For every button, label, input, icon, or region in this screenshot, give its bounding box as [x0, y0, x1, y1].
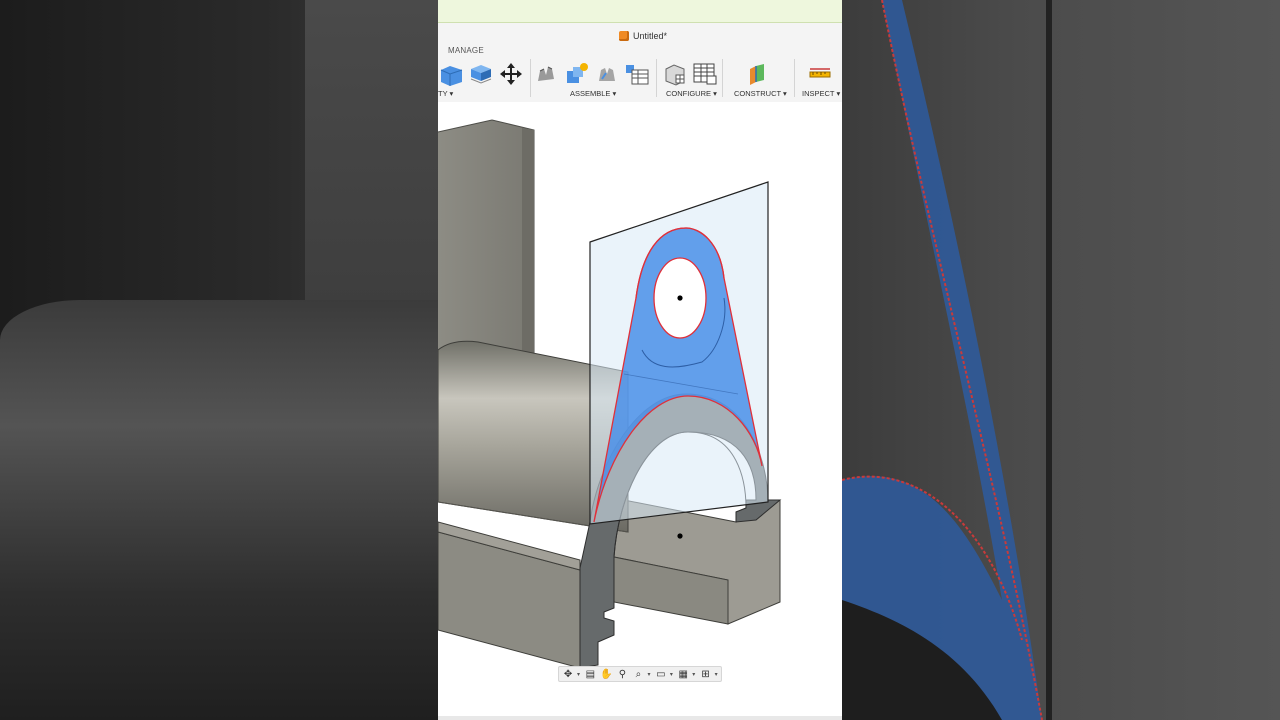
blurred-background-cylinder — [0, 300, 438, 720]
plane-icon[interactable] — [744, 61, 770, 87]
group-divider — [722, 59, 723, 97]
measure-icon[interactable] — [808, 61, 834, 87]
grid-icon[interactable]: ▦ — [676, 668, 690, 681]
viewports-icon[interactable]: ⊞ — [699, 668, 713, 681]
orbit-icon[interactable]: ✥ — [561, 668, 575, 681]
center-point[interactable] — [677, 533, 683, 539]
title-bar: Untitled* — [438, 23, 842, 45]
chevron-down-icon[interactable]: ▾ — [647, 671, 651, 678]
bottom-area — [438, 686, 842, 720]
ribbon-toolbar: MANAGE TY ▾ ASSEMBLE ▾ CONFIGURE ▾ CONST… — [438, 45, 842, 103]
fusion-app-window: Untitled* MANAGE TY ▾ ASSEMBLE ▾ CONFIGU… — [438, 0, 842, 720]
display-settings-icon[interactable]: ▭ — [654, 668, 668, 681]
new-component-icon[interactable] — [534, 61, 560, 87]
group-divider — [656, 59, 657, 97]
offset-face-icon[interactable] — [468, 61, 494, 87]
zoom-icon[interactable]: ⚲ — [615, 668, 629, 681]
chevron-down-icon[interactable]: ▾ — [715, 671, 719, 678]
blurred-background-shape — [842, 0, 1043, 720]
group-divider — [794, 59, 795, 97]
configure-table-icon[interactable] — [692, 61, 718, 87]
chevron-down-icon[interactable]: ▾ — [670, 671, 674, 678]
group-label-configure[interactable]: CONFIGURE ▾ — [666, 89, 717, 98]
document-title: Untitled* — [633, 31, 668, 41]
group-divider — [530, 59, 531, 97]
3d-viewport-canvas[interactable] — [438, 102, 842, 686]
navigation-bar: ✥ ▾ ▤ ✋ ⚲ ⌕ ▾ ▭ ▾ ▦ ▾ ⊞ ▾ — [558, 666, 722, 682]
group-label-assemble[interactable]: ASSEMBLE ▾ — [570, 89, 616, 98]
fusion-cube-icon — [619, 31, 629, 41]
bottom-edge — [438, 716, 842, 720]
document-tab[interactable]: Untitled* — [619, 29, 667, 43]
chevron-down-icon[interactable]: ▾ — [577, 671, 581, 678]
as-built-joint-icon[interactable] — [594, 61, 620, 87]
box-stack-icon[interactable] — [438, 61, 464, 87]
group-label-inspect[interactable]: INSPECT ▾ — [802, 89, 840, 98]
joint-icon[interactable] — [564, 61, 590, 87]
blurred-background-strip — [1046, 0, 1052, 720]
top-status-bar — [438, 0, 842, 23]
joint-table-icon[interactable] — [624, 61, 650, 87]
chevron-down-icon[interactable]: ▾ — [692, 671, 696, 678]
move-icon[interactable] — [498, 61, 524, 87]
pan-icon[interactable]: ✋ — [599, 668, 613, 681]
configure-icon[interactable] — [662, 61, 688, 87]
tab-manage[interactable]: MANAGE — [448, 46, 484, 55]
group-label-construct[interactable]: CONSTRUCT ▾ — [734, 89, 787, 98]
look-at-icon[interactable]: ▤ — [583, 668, 597, 681]
group-label-modify[interactable]: TY ▾ — [438, 89, 453, 98]
fit-icon[interactable]: ⌕ — [631, 668, 645, 681]
